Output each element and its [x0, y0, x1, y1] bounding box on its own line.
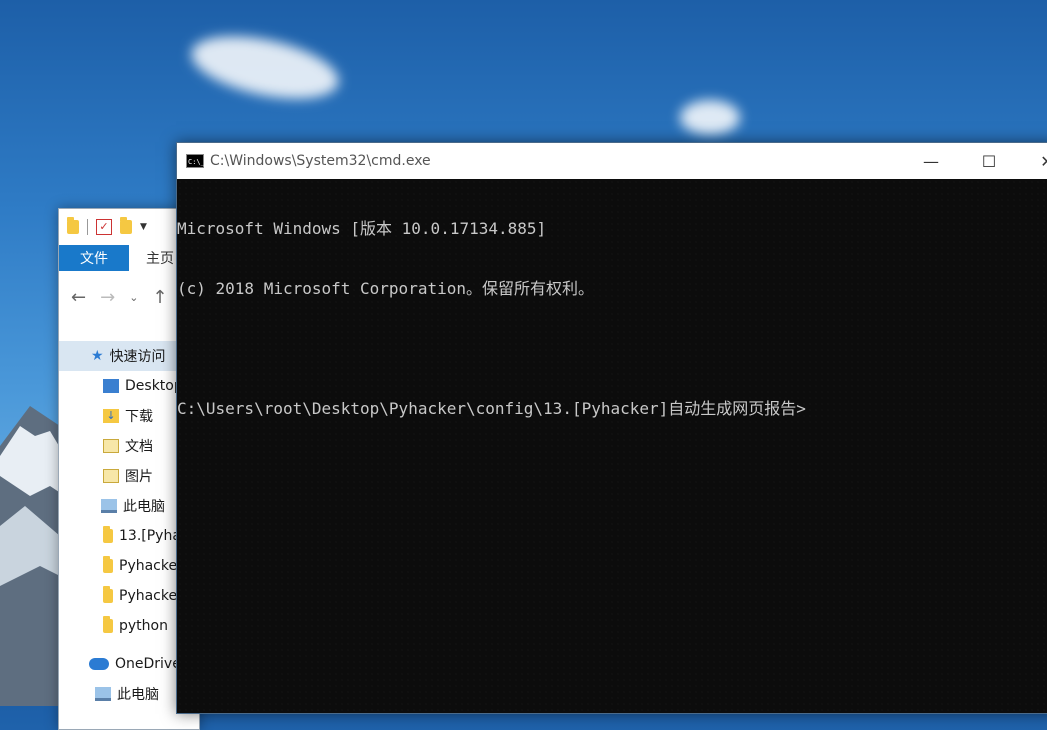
- sidebar-item-label: Pyhacker: [119, 558, 183, 574]
- console-prompt[interactable]: C:\Users\root\Desktop\Pyhacker\config\13…: [177, 399, 1047, 419]
- new-folder-icon[interactable]: [120, 217, 132, 234]
- tab-file[interactable]: 文件: [59, 245, 129, 271]
- maximize-button[interactable]: ☐: [966, 143, 1012, 179]
- picture-icon: [103, 469, 119, 483]
- navigation-bar: ← → ⌄ ↑: [71, 287, 168, 308]
- star-icon: ★: [91, 348, 104, 364]
- sidebar-item-label: 此电脑: [117, 687, 159, 703]
- console-line: (c) 2018 Microsoft Corporation。保留所有权利。: [177, 279, 594, 298]
- sidebar-item-label: 文档: [125, 439, 153, 455]
- folder-icon: [103, 586, 113, 603]
- sidebar-item-label: 快速访问: [109, 349, 166, 365]
- window-title: C:\Windows\System32\cmd.exe: [210, 153, 431, 169]
- folder-icon[interactable]: [67, 217, 79, 234]
- sidebar-item-label: python: [119, 618, 168, 634]
- sidebar-item-label: Desktop: [125, 378, 183, 394]
- sidebar-item-label: 此电脑: [123, 499, 165, 515]
- tab-home[interactable]: 主页: [129, 245, 174, 271]
- cmd-window[interactable]: C:\_ C:\Windows\System32\cmd.exe — ☐ ✕ M…: [176, 142, 1047, 714]
- sidebar-item-label: 图片: [125, 469, 153, 485]
- console-line: Microsoft Windows [版本 10.0.17134.885]: [177, 219, 547, 238]
- sidebar-item-label: OneDrive: [115, 656, 181, 672]
- title-bar[interactable]: C:\_ C:\Windows\System32\cmd.exe — ☐ ✕: [177, 143, 1047, 179]
- minimize-button[interactable]: —: [908, 143, 954, 179]
- download-icon: ↓: [103, 409, 119, 423]
- cloud-decoration: [185, 25, 345, 110]
- document-icon: [103, 439, 119, 453]
- quick-access-toolbar: ✓ ▼: [67, 215, 147, 239]
- folder-icon: [103, 556, 113, 573]
- chevron-down-icon[interactable]: ⌄: [129, 291, 138, 304]
- computer-icon: [101, 499, 117, 513]
- arrow-left-icon[interactable]: ←: [71, 287, 86, 308]
- sidebar-item-label: 下载: [125, 409, 153, 425]
- separator: [87, 219, 88, 235]
- close-button[interactable]: ✕: [1024, 143, 1047, 179]
- arrow-right-icon[interactable]: →: [100, 287, 115, 308]
- computer-icon: [95, 687, 111, 701]
- sidebar-item-label: Pyhacker: [119, 588, 183, 604]
- console-output[interactable]: Microsoft Windows [版本 10.0.17134.885] (c…: [177, 179, 1047, 459]
- folder-icon: [103, 616, 113, 633]
- cloud-decoration: [680, 100, 740, 135]
- arrow-up-icon[interactable]: ↑: [152, 287, 167, 308]
- properties-icon[interactable]: ✓: [96, 219, 112, 235]
- cmd-app-icon[interactable]: C:\_: [186, 154, 205, 168]
- folder-icon: [103, 526, 113, 543]
- customize-dropdown-icon[interactable]: ▼: [140, 222, 147, 232]
- cloud-icon: [89, 658, 109, 670]
- desktop-icon: [103, 379, 119, 393]
